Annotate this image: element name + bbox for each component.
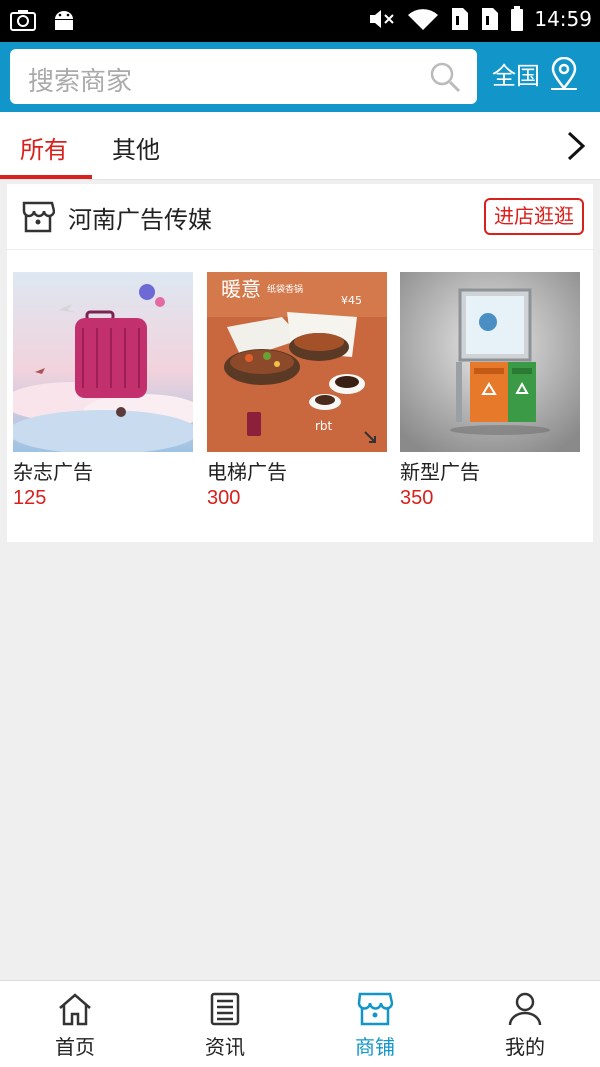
poster-price-tag: ¥45 [341, 294, 362, 307]
store-icon [22, 201, 55, 233]
product-card-newtype[interactable]: 新型广告 350 [400, 272, 580, 510]
category-tabs: 所有 其他 [0, 112, 600, 180]
product-name: 新型广告 [400, 460, 480, 484]
tab-other[interactable]: 其他 [112, 130, 160, 165]
battery-icon [511, 6, 524, 31]
poster-brand: rbt [315, 419, 333, 433]
search-placeholder: 搜索商家 [28, 67, 133, 97]
nav-item-store[interactable]: 商铺 [300, 991, 450, 1060]
product-image-elevator[interactable]: 暖意 纸袋香锅 ¥45 rbt [207, 272, 387, 452]
store-icon [357, 992, 393, 1026]
screenshot-icon [10, 10, 36, 31]
region-label: 全国 [492, 62, 540, 90]
product-image-magazine[interactable] [13, 272, 193, 452]
product-card-magazine[interactable]: 杂志广告 125 [13, 272, 193, 510]
user-icon [508, 992, 542, 1026]
nav-label: 首页 [55, 1035, 95, 1059]
nav-item-news[interactable]: 资讯 [150, 991, 300, 1060]
shop-card: 河南广告传媒 进店逛逛 杂志广告 125 暖意 纸袋香锅 ¥45 rbt 电梯广… [7, 184, 593, 542]
home-icon [59, 993, 91, 1026]
sim2-icon [482, 8, 499, 30]
wifi-icon [408, 9, 439, 30]
chevron-right-icon[interactable] [564, 130, 588, 162]
product-card-elevator[interactable]: 暖意 纸袋香锅 ¥45 rbt 电梯广告 300 [207, 272, 387, 510]
nav-label: 商铺 [355, 1035, 395, 1059]
product-price: 125 [13, 487, 47, 509]
poster-title: 暖意 [221, 277, 261, 301]
nav-item-home[interactable]: 首页 [0, 991, 150, 1060]
status-time: 14:59 [534, 7, 592, 31]
mute-icon [370, 10, 395, 28]
nav-label: 资讯 [205, 1035, 245, 1059]
bottom-nav: 首页 资讯 商铺 我的 [0, 980, 600, 1067]
tab-all[interactable]: 所有 [20, 130, 68, 165]
search-input[interactable]: 搜索商家 [10, 49, 477, 104]
region-selector[interactable]: 全国 [492, 56, 580, 91]
product-name: 电梯广告 [207, 460, 287, 484]
search-icon[interactable] [429, 61, 461, 93]
status-bar: 14:59 [0, 0, 600, 42]
product-image-newtype[interactable] [400, 272, 580, 452]
shop-name[interactable]: 河南广告传媒 [68, 200, 212, 235]
product-name: 杂志广告 [13, 460, 93, 484]
android-icon [55, 11, 73, 30]
location-pin-icon [551, 56, 577, 90]
nav-item-profile[interactable]: 我的 [450, 991, 600, 1060]
shop-header: 河南广告传媒 进店逛逛 [7, 184, 593, 250]
news-icon [210, 992, 240, 1026]
active-tab-indicator [0, 175, 92, 179]
nav-label: 我的 [505, 1035, 545, 1059]
visit-shop-button[interactable]: 进店逛逛 [484, 198, 584, 235]
sim1-icon [452, 8, 469, 30]
product-price: 300 [207, 487, 241, 509]
poster-subtitle: 纸袋香锅 [267, 283, 303, 295]
app-header: 搜索商家 全国 [0, 42, 600, 112]
product-price: 350 [400, 487, 434, 509]
